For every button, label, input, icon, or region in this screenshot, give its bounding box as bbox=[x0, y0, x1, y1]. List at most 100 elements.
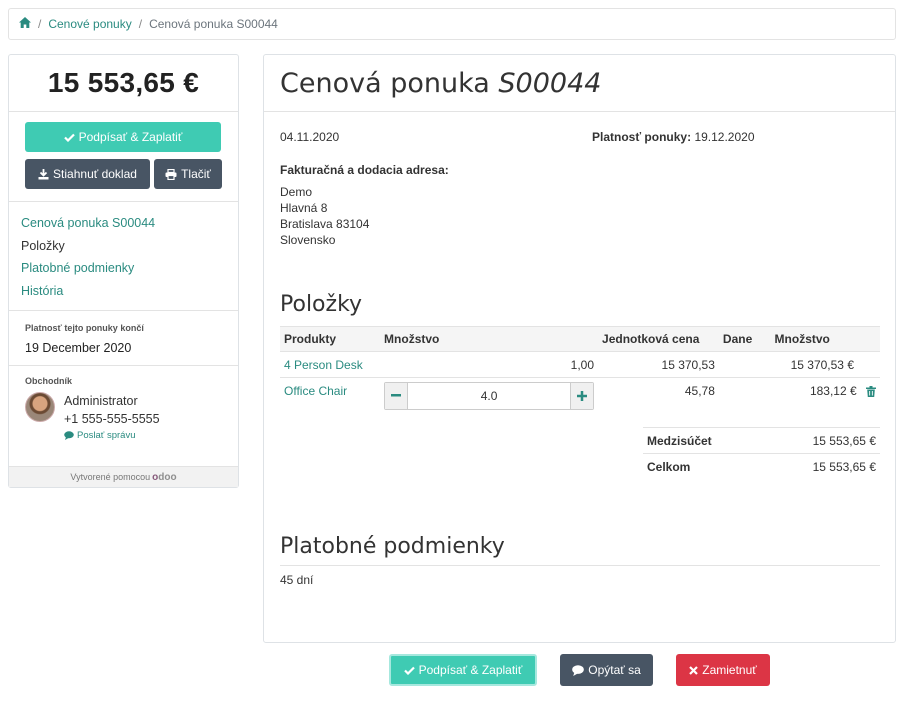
quantity-cell bbox=[380, 377, 599, 414]
sidebar: 15 553,65 € Podpísať & Zaplatiť Stiahnuť… bbox=[8, 54, 239, 488]
divider bbox=[280, 565, 880, 566]
amount-cell: 15 370,53 € bbox=[770, 351, 880, 378]
subtotal-row: Medzisúčet 15 553,65 € bbox=[643, 427, 880, 454]
powered-by: Vytvorené pomocou odoo bbox=[9, 466, 238, 487]
column-header-unit-price: Jednotková cena bbox=[598, 326, 719, 352]
salesman-label: Obchodník bbox=[25, 376, 72, 386]
address-line: Demo bbox=[280, 185, 313, 199]
check-icon bbox=[63, 133, 75, 142]
quantity-input[interactable] bbox=[407, 382, 572, 409]
product-link[interactable]: 4 Person Desk bbox=[284, 358, 363, 372]
total-row: Celkom 15 553,65 € bbox=[643, 453, 880, 480]
send-message-label: Poslať správu bbox=[77, 430, 136, 441]
subtotal-label: Medzisúčet bbox=[643, 427, 763, 454]
odoo-logo[interactable]: odoo bbox=[152, 472, 176, 483]
table-of-contents: Cenová ponuka S00044 Položky Platobné po… bbox=[9, 202, 238, 311]
address-line: Bratislava 83104 bbox=[280, 217, 370, 231]
amount-cell: 183,12 € bbox=[770, 377, 880, 414]
expiry-section: Platnosť tejto ponuky končí 19 December … bbox=[9, 311, 238, 366]
toc-item-items[interactable]: Položky bbox=[21, 235, 226, 258]
download-icon bbox=[38, 168, 49, 179]
sign-and-pay-button-bottom[interactable]: Podpísať & Zaplatiť bbox=[389, 654, 537, 686]
plus-icon bbox=[577, 390, 588, 401]
bottom-actions: Podpísať & Zaplatiť Opýtať sa Zamietnuť bbox=[0, 654, 911, 686]
page-title: Cenová ponuka S00044 bbox=[280, 68, 601, 99]
product-link[interactable]: Office Chair bbox=[284, 384, 347, 398]
quantity-cell: 1,00 bbox=[380, 351, 599, 378]
sign-and-pay-button[interactable]: Podpísať & Zaplatiť bbox=[25, 122, 221, 152]
comment-icon bbox=[64, 431, 74, 440]
validity-label: Platnosť ponuky: bbox=[592, 130, 692, 144]
toc-item-history[interactable]: História bbox=[21, 280, 226, 303]
total-box: 15 553,65 € bbox=[9, 55, 238, 112]
order-lines-table: Produkty Množstvo Jednotková cena Dane M… bbox=[280, 326, 880, 414]
print-button[interactable]: Tlačiť bbox=[154, 159, 222, 189]
taxes-cell bbox=[718, 377, 771, 414]
address-line: Slovensko bbox=[280, 233, 336, 247]
quotation-number: S00044 bbox=[498, 67, 602, 99]
toc-item-quotation[interactable]: Cenová ponuka S00044 bbox=[21, 212, 226, 235]
ask-question-button[interactable]: Opýtať sa bbox=[560, 654, 653, 686]
minus-icon bbox=[391, 394, 402, 397]
quantity-stepper bbox=[384, 381, 595, 410]
breadcrumb: / Cenové ponuky / Cenová ponuka S00044 bbox=[8, 8, 896, 40]
ask-question-label: Opýtať sa bbox=[588, 663, 641, 677]
quotation-header: Cenová ponuka S00044 bbox=[264, 55, 895, 112]
amount-value: 15 370,53 € bbox=[790, 357, 854, 372]
breadcrumb-quotations-link[interactable]: Cenové ponuky bbox=[48, 17, 131, 31]
sidebar-actions: Podpísať & Zaplatiť Stiahnuť doklad Tlač… bbox=[9, 112, 238, 202]
column-header-amount: Množstvo bbox=[770, 326, 880, 352]
validity: Platnosť ponuky: 19.12.2020 bbox=[592, 130, 755, 144]
total-value: 15 553,65 € bbox=[762, 453, 880, 480]
reject-button[interactable]: Zamietnuť bbox=[676, 654, 770, 686]
download-button[interactable]: Stiahnuť doklad bbox=[25, 159, 150, 189]
sign-and-pay-label: Podpísať & Zaplatiť bbox=[78, 130, 183, 144]
breadcrumb-separator: / bbox=[38, 17, 42, 31]
print-icon bbox=[165, 168, 177, 180]
decrease-quantity-button[interactable] bbox=[385, 382, 408, 409]
expiry-label: Platnosť tejto ponuky končí bbox=[25, 323, 144, 333]
total-label: Celkom bbox=[643, 453, 763, 480]
unit-price-cell: 45,78 bbox=[598, 377, 719, 414]
quotation-card: Cenová ponuka S00044 04.11.2020 Platnosť… bbox=[263, 54, 896, 643]
amount-value: 183,12 € bbox=[809, 384, 857, 398]
sign-and-pay-label: Podpísať & Zaplatiť bbox=[418, 663, 523, 677]
table-header-row: Produkty Množstvo Jednotková cena Dane M… bbox=[280, 326, 880, 352]
home-icon[interactable] bbox=[19, 17, 31, 31]
items-section-title: Položky bbox=[280, 292, 363, 317]
salesman-phone: +1 555-555-5555 bbox=[64, 412, 160, 426]
send-message-link[interactable]: Poslať správu bbox=[64, 430, 160, 441]
address-line: Hlavná 8 bbox=[280, 201, 328, 215]
close-icon bbox=[689, 665, 699, 675]
total-amount: 15 553,65 € bbox=[47, 67, 200, 98]
column-header-products: Produkty bbox=[280, 326, 381, 352]
salesman-name: Administrator bbox=[64, 394, 138, 408]
taxes-cell bbox=[718, 351, 771, 378]
column-header-quantity: Množstvo bbox=[380, 326, 599, 352]
breadcrumb-separator: / bbox=[138, 17, 143, 31]
powered-by-label: Vytvorené pomocou bbox=[70, 472, 151, 482]
print-label: Tlačiť bbox=[181, 167, 211, 181]
payment-terms-text: 45 dní bbox=[280, 573, 314, 587]
subtotal-value: 15 553,65 € bbox=[762, 427, 880, 454]
toc-item-payment-terms[interactable]: Platobné podmienky bbox=[21, 257, 226, 280]
avatar bbox=[25, 392, 55, 422]
comment-icon bbox=[572, 664, 585, 676]
expiry-date: 19 December 2020 bbox=[25, 341, 132, 355]
check-icon bbox=[403, 666, 415, 675]
trash-icon[interactable] bbox=[866, 386, 876, 400]
salesman-section: Obchodník Administrator +1 555-555-5555 … bbox=[9, 366, 238, 461]
increase-quantity-button[interactable] bbox=[571, 382, 594, 409]
reject-label: Zamietnuť bbox=[702, 663, 757, 677]
validity-date: 19.12.2020 bbox=[694, 130, 755, 144]
breadcrumb-current: Cenová ponuka S00044 bbox=[149, 17, 278, 31]
title-prefix: Cenová ponuka bbox=[280, 67, 490, 99]
download-label: Stiahnuť doklad bbox=[53, 167, 137, 181]
table-row: 4 Person Desk 1,00 15 370,53 15 370,53 € bbox=[280, 351, 880, 378]
address-block: Demo Hlavná 8 Bratislava 83104 Slovensko bbox=[280, 184, 369, 248]
unit-price-cell: 15 370,53 bbox=[598, 351, 719, 378]
column-header-taxes: Dane bbox=[718, 326, 771, 352]
table-row: Office Chair 45,78 183,12 € bbox=[280, 377, 880, 414]
payment-terms-title: Platobné podmienky bbox=[280, 534, 505, 559]
address-label: Fakturačná a dodacia adresa: bbox=[280, 163, 449, 177]
